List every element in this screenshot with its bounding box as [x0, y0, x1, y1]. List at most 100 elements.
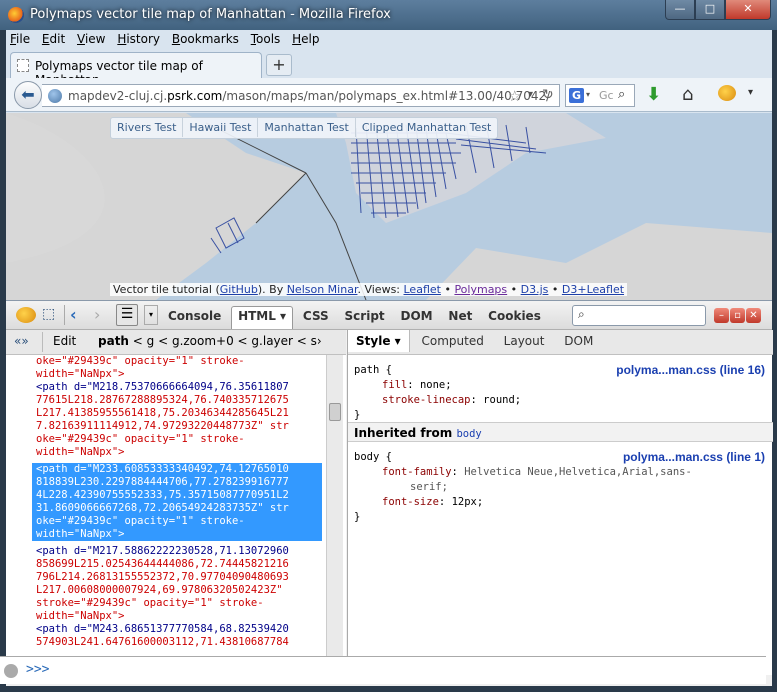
html-line[interactable]: oke="#29439c" opacity="1" stroke- [6, 433, 346, 446]
search-input[interactable]: Gc [599, 89, 614, 102]
close-firebug-button[interactable]: ✕ [746, 308, 761, 323]
css-property[interactable]: font-family: Helvetica Neue,Helvetica,Ar… [348, 465, 773, 480]
html-line[interactable]: 7.82163911114912,74.97293220448773Z" str [6, 420, 346, 433]
html-line: 818839L230.2297884444706,77.278239916777 [36, 476, 289, 488]
firebug-logo-icon[interactable] [16, 307, 36, 323]
rule-source-link[interactable]: polyma...man.css (line 16) [616, 363, 765, 378]
github-link[interactable]: GitHub [220, 283, 258, 296]
edit-button[interactable]: Edit [42, 332, 86, 352]
tab-css[interactable]: CSS [297, 307, 335, 325]
inherited-from-link[interactable]: body [456, 428, 481, 440]
tab-layout[interactable]: Layout [496, 330, 553, 352]
forward-arrow-icon[interactable]: › [94, 305, 100, 324]
leaflet-link[interactable]: Leaflet [404, 283, 441, 296]
command-line[interactable]: >>> [0, 656, 766, 684]
css-property[interactable]: fill: none; [348, 378, 773, 393]
menu-edit[interactable]: Edit [38, 30, 69, 48]
menu-tools[interactable]: Tools [247, 30, 285, 48]
search-icon[interactable]: ⌕ [618, 87, 625, 102]
html-line[interactable]: width="NaNpx"> [6, 610, 346, 623]
html-line[interactable]: 858699L215.02543644444086,72.74445821216 [6, 558, 346, 571]
html-vertical-scrollbar[interactable] [326, 355, 343, 658]
rivers-test-link[interactable]: Rivers Test [111, 118, 184, 137]
html-line[interactable]: width="NaNpx"> [6, 446, 346, 459]
url-bar[interactable]: mapdev2-cluj.cj.psrk.com/mason/maps/man/… [42, 84, 560, 107]
minimize-firebug-button[interactable]: – [714, 308, 729, 323]
firebug-toolbar: ⬚ ‹ › ☰ ▾ Console HTML ▾ CSS Script DOM … [6, 301, 772, 330]
tab-dom[interactable]: DOM [394, 307, 438, 325]
polymaps-link[interactable]: Polymaps [454, 283, 507, 296]
map-canvas[interactable] [6, 113, 772, 300]
command-line-icon[interactable] [4, 664, 18, 678]
menu-bookmarks[interactable]: Bookmarks [168, 30, 243, 48]
author-link[interactable]: Nelson Minar [287, 283, 358, 296]
maximize-button[interactable]: □ [695, 0, 725, 20]
menu-file[interactable]: File [6, 30, 34, 48]
command-prompt[interactable]: >>> [26, 662, 49, 677]
firebug-search-input[interactable]: ⌕ [572, 305, 706, 326]
html-line[interactable]: L217.00608000007924,69.97806320502423Z" [6, 584, 346, 597]
chevron-down-icon[interactable]: ▾ [528, 89, 533, 100]
menu-history[interactable]: History [113, 30, 164, 48]
command-editor-button[interactable]: ☰ [116, 304, 138, 326]
tab-computed[interactable]: Computed [413, 330, 491, 352]
firebug-icon[interactable] [718, 85, 736, 101]
html-line[interactable]: 574903L241.64761600003112,71.43810687784 [6, 636, 346, 649]
html-line[interactable]: <path d="M217.58862222230528,71.13072960 [6, 545, 346, 558]
tab-cookies[interactable]: Cookies [482, 307, 547, 325]
tab-manhattan[interactable]: Polymaps vector tile map of Manhattan [10, 52, 262, 87]
css-property[interactable]: stroke-linecap: round; [348, 393, 773, 408]
html-line[interactable]: <path d="M218.75370666664094,76.35611807 [6, 381, 346, 394]
breadcrumb[interactable]: path < g < g.zoom+0 < g.layer < s› [98, 334, 322, 348]
search-bar[interactable]: G ▾ Gc ⌕ [565, 84, 635, 107]
clipped-manhattan-test-link[interactable]: Clipped Manhattan Test [356, 118, 497, 137]
hawaii-test-link[interactable]: Hawaii Test [183, 118, 259, 137]
html-line[interactable]: oke="#29439c" opacity="1" stroke- [6, 355, 346, 368]
bookmark-star-icon[interactable]: ☆ [508, 87, 521, 105]
tab-html[interactable]: HTML ▾ [231, 306, 294, 329]
map-page[interactable]: Rivers Test Hawaii Test Manhattan Test Clip… [6, 113, 772, 300]
close-button[interactable]: ✕ [725, 0, 771, 20]
tab-script[interactable]: Script [339, 307, 391, 325]
manhattan-test-link[interactable]: Manhattan Test [258, 118, 356, 137]
download-icon[interactable]: ⬇ [646, 84, 661, 105]
scrollbar-thumb[interactable] [329, 403, 341, 421]
new-tab-button[interactable]: + [266, 54, 292, 76]
detach-firebug-button[interactable]: ▫ [730, 308, 745, 323]
css-property[interactable]: font-size: 12px; [348, 495, 773, 510]
html-line[interactable]: L217.41385955561418,75.20346344285645L21 [6, 407, 346, 420]
rule-source-link[interactable]: polyma...man.css (line 1) [623, 450, 765, 465]
menu-bar: File Edit View History Bookmarks Tools H… [6, 30, 772, 50]
firebug-dropdown-icon[interactable]: ▾ [748, 87, 753, 98]
d3-leaflet-link[interactable]: D3+Leaflet [562, 283, 624, 296]
html-line[interactable]: stroke="#29439c" opacity="1" stroke- [6, 597, 346, 610]
tab-net[interactable]: Net [442, 307, 478, 325]
url-text[interactable]: mapdev2-cluj.cj.psrk.com/mason/maps/man/… [68, 89, 550, 103]
html-source-pane[interactable]: oke="#29439c" opacity="1" stroke- width=… [6, 355, 346, 675]
tab-console[interactable]: Console [162, 307, 227, 325]
reload-icon[interactable]: ↻ [542, 87, 554, 103]
d3js-link[interactable]: D3.js [521, 283, 549, 296]
html-line[interactable]: width="NaNpx"> [6, 368, 346, 381]
selected-html-node[interactable]: <path d="M233.60853333340492,74.12765010… [32, 463, 322, 541]
tab-style[interactable]: Style ▾ [348, 330, 410, 352]
html-line[interactable]: <path d="M243.68651377770584,68.82539420 [6, 623, 346, 636]
minimize-button[interactable]: — [665, 0, 695, 20]
back-button[interactable]: ⬅ [14, 81, 42, 109]
html-line: width="NaNpx"> [36, 528, 125, 540]
command-line-area: >>> [0, 656, 771, 692]
inspect-icon[interactable]: ⬚ [42, 306, 55, 322]
panel-menu-dropdown[interactable]: ▾ [144, 305, 158, 325]
scroll-arrows-icon[interactable]: «» [14, 334, 29, 348]
html-line[interactable]: 796L214.26813155552372,70.97704090480693 [6, 571, 346, 584]
menu-help[interactable]: Help [288, 30, 323, 48]
back-arrow-icon[interactable]: ‹ [70, 305, 77, 324]
tab-dom-side[interactable]: DOM [556, 330, 601, 352]
home-icon[interactable]: ⌂ [682, 84, 693, 105]
search-engine-dropdown-icon[interactable]: ▾ [586, 90, 590, 99]
browser-chrome: File Edit View History Bookmarks Tools H… [6, 30, 773, 686]
list-icon: ☰ [120, 306, 134, 322]
google-icon[interactable]: G [569, 88, 584, 103]
menu-view[interactable]: View [73, 30, 109, 48]
html-line[interactable]: 77615L218.28767288895324,76.740335712675 [6, 394, 346, 407]
